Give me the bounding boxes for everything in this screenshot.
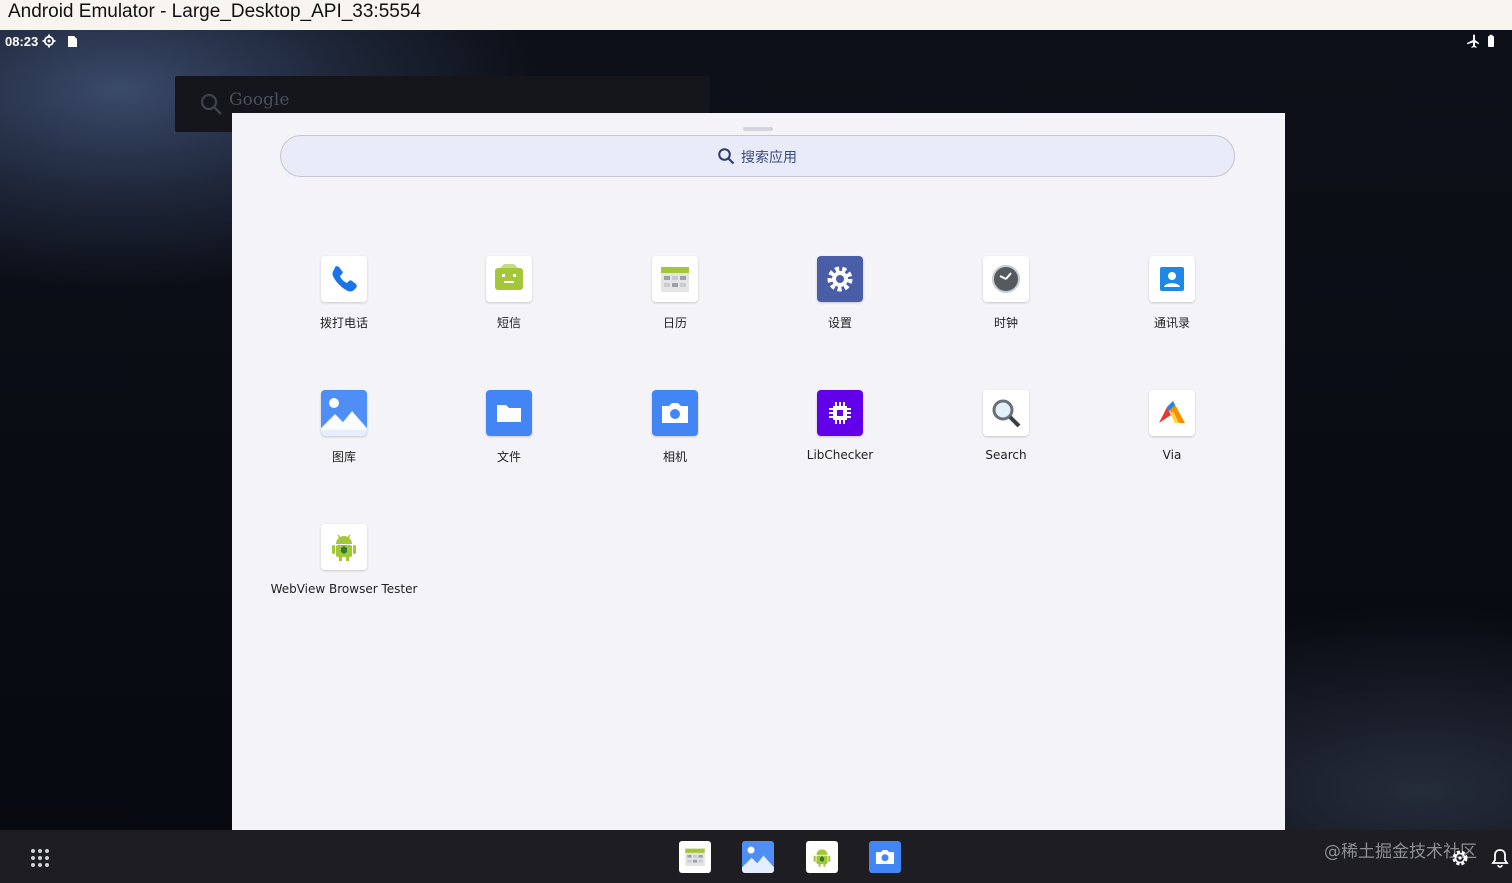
via-icon — [1149, 390, 1195, 436]
app-camera[interactable]: 相机 — [586, 390, 766, 490]
app-label: 图库 — [331, 450, 356, 464]
contacts-icon — [1149, 256, 1195, 302]
messages-icon — [486, 256, 532, 302]
drawer-handle[interactable] — [743, 127, 773, 131]
app-messages[interactable]: 短信 — [420, 256, 600, 356]
camera-icon — [652, 390, 698, 436]
emulator-screen[interactable]: 08:23 Google 搜索应用 拨打电话 短信 日历 设置 时钟 通讯录 图… — [0, 30, 1512, 883]
android-icon — [321, 524, 367, 570]
app-label: Search — [985, 448, 1027, 462]
app-label: 设置 — [827, 316, 852, 330]
app-gallery[interactable]: 图库 — [255, 390, 435, 490]
window-title: Android Emulator - Large_Desktop_API_33:… — [8, 1, 421, 22]
taskbar: @稀土掘金技术社区 — [0, 830, 1512, 883]
airplane-mode-icon — [1467, 34, 1479, 48]
app-drawer: 搜索应用 拨打电话 短信 日历 设置 时钟 通讯录 图库 文件 相机 LibCh… — [232, 113, 1285, 830]
app-files[interactable]: 文件 — [420, 390, 600, 490]
app-label: Via — [1162, 448, 1182, 462]
search-icon — [718, 148, 735, 165]
notification-bell-icon[interactable] — [1491, 848, 1509, 868]
app-label: 日历 — [662, 316, 687, 330]
sd-card-icon — [68, 36, 77, 47]
app-label: 文件 — [496, 450, 521, 464]
taskbar-gallery[interactable] — [742, 841, 774, 873]
taskbar-webview-tester[interactable] — [806, 841, 838, 873]
app-calendar[interactable]: 日历 — [586, 256, 766, 356]
all-apps-grid-icon[interactable] — [30, 848, 50, 868]
status-time: 08:23 — [5, 34, 39, 49]
gallery-icon — [742, 846, 774, 873]
app-contacts[interactable]: 通讯录 — [1083, 256, 1263, 356]
clock-icon — [983, 256, 1029, 302]
app-libchecker[interactable]: LibChecker — [751, 390, 931, 490]
gear-icon[interactable] — [1450, 848, 1470, 868]
app-settings[interactable]: 设置 — [751, 256, 931, 356]
taskbar-calendar[interactable] — [679, 841, 711, 873]
app-search-bar[interactable]: 搜索应用 — [280, 135, 1235, 177]
app-label: 相机 — [662, 450, 687, 464]
app-via[interactable]: Via — [1083, 390, 1263, 490]
files-icon — [486, 390, 532, 436]
libchecker-icon — [817, 390, 863, 436]
app-label: 拨打电话 — [319, 316, 368, 330]
window-title-bar: Android Emulator - Large_Desktop_API_33:… — [0, 0, 1512, 30]
camera-icon — [875, 850, 895, 864]
search-app-icon — [983, 390, 1029, 436]
app-label: 时钟 — [993, 316, 1018, 330]
app-label: WebView Browser Tester — [270, 582, 418, 596]
app-webview-browser-tester[interactable]: WebView Browser Tester — [255, 524, 435, 624]
taskbar-camera[interactable] — [869, 841, 901, 873]
battery-icon — [1488, 34, 1494, 47]
app-search[interactable]: Search — [917, 390, 1097, 490]
google-widget-label: Google — [229, 90, 290, 110]
settings-icon — [817, 256, 863, 302]
status-bar: 08:23 — [0, 30, 1512, 54]
phone-icon — [321, 256, 367, 302]
calendar-icon — [652, 256, 698, 302]
app-label: LibChecker — [806, 448, 874, 462]
gallery-icon — [321, 390, 367, 436]
search-placeholder: 搜索应用 — [741, 150, 797, 166]
app-label: 通讯录 — [1153, 316, 1190, 330]
app-phone[interactable]: 拨打电话 — [255, 256, 435, 356]
settings-status-icon — [42, 34, 56, 48]
app-label: 短信 — [496, 316, 521, 330]
calendar-icon — [685, 848, 705, 867]
android-icon — [813, 849, 831, 867]
search-icon — [200, 93, 222, 115]
app-clock[interactable]: 时钟 — [917, 256, 1097, 356]
